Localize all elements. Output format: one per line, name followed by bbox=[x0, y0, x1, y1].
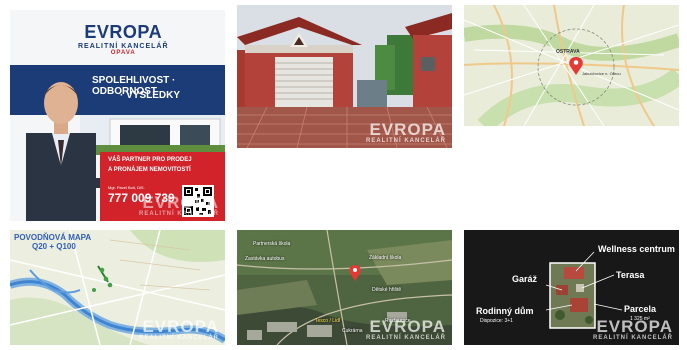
terrace-label: Terasa bbox=[616, 270, 645, 280]
gallery-image-agent-promo[interactable]: EVROPA REALITNÍ KANCELÁŘ OPAVA SPOLEHLIV… bbox=[10, 10, 225, 221]
watermark: EVROPA REALITNÍ KANCELÁŘ bbox=[139, 318, 219, 341]
amenity-label: Základní škola bbox=[369, 255, 402, 261]
map-place-label: OSTRAVA bbox=[556, 49, 580, 55]
slogan-box: VÁŠ PARTNER PRO PRODEJ A PRONÁJEM NEMOVI… bbox=[100, 152, 225, 182]
gallery-image-property-layout[interactable]: Wellness centrum Garáž Terasa Rodinný dů… bbox=[464, 230, 679, 345]
slogan-line-1: VÁŠ PARTNER PRO PRODEJ bbox=[108, 157, 192, 163]
house-label: Rodinný dům bbox=[476, 306, 534, 316]
amenity-label: Tesco / Lidl bbox=[315, 318, 341, 324]
logo-subtitle: REALITNÍ KANCELÁŘ bbox=[78, 43, 169, 50]
flood-map-title: POVODŇOVÁ MAPA bbox=[14, 233, 92, 242]
amenity-label: Cukrárna bbox=[342, 328, 363, 334]
garage-label: Garáž bbox=[512, 274, 538, 284]
banner-line-2: · VÝSLEDKY bbox=[120, 90, 181, 101]
watermark-sub: REALITNÍ KANCELÁŘ bbox=[366, 138, 446, 144]
watermark-sub: REALITNÍ KANCELÁŘ bbox=[139, 335, 219, 341]
gallery-image-location-map[interactable]: OSTRAVA Jakubčovice n. Odrou bbox=[464, 5, 679, 126]
evropa-logo: EVROPA REALITNÍ KANCELÁŘ OPAVA bbox=[78, 22, 169, 56]
watermark-brand: EVROPA bbox=[142, 317, 219, 336]
watermark-sub: REALITNÍ KANCELÁŘ bbox=[593, 335, 673, 341]
watermark-brand: EVROPA bbox=[369, 120, 446, 139]
flood-map-subtitle: Q20 + Q100 bbox=[32, 242, 76, 251]
agent-name: Mgr. Pavel Bolt, DiS. bbox=[108, 185, 145, 190]
watermark-sub: REALITNÍ KANCELÁŘ bbox=[139, 211, 219, 217]
agent-photo bbox=[26, 82, 100, 221]
map-sub-label: Jakubčovice n. Odrou bbox=[582, 71, 621, 76]
watermark-brand: EVROPA bbox=[369, 317, 446, 336]
amenity-label: Partnerská škola bbox=[253, 241, 291, 247]
layout-label: Dispozice: 3+1 bbox=[480, 318, 513, 324]
photo-gallery: EVROPA REALITNÍ KANCELÁŘ OPAVA SPOLEHLIV… bbox=[0, 0, 687, 350]
watermark: EVROPA REALITNÍ KANCELÁŘ bbox=[366, 121, 446, 144]
logo-brand: EVROPA bbox=[84, 22, 163, 42]
watermark: EVROPA REALITNÍ KANCELÁŘ bbox=[139, 194, 219, 217]
plot-label: Parcela bbox=[624, 304, 657, 314]
watermark-brand: EVROPA bbox=[142, 193, 219, 212]
gallery-image-flood-map[interactable]: POVODŇOVÁ MAPA Q20 + Q100 EVROPA REALITN… bbox=[10, 230, 225, 345]
logo-city: OPAVA bbox=[110, 50, 136, 56]
amenity-label: Zastávka autobus bbox=[245, 256, 285, 262]
location-map bbox=[464, 5, 679, 126]
watermark-brand: EVROPA bbox=[596, 317, 673, 336]
amenity-label: Dětské hřiště bbox=[372, 287, 402, 293]
gallery-image-garage[interactable]: EVROPA REALITNÍ KANCELÁŘ bbox=[237, 5, 452, 148]
watermark: EVROPA REALITNÍ KANCELÁŘ bbox=[593, 318, 673, 341]
gallery-image-aerial-amenities[interactable]: Partnerská škola Zastávka autobus Základ… bbox=[237, 230, 452, 345]
watermark-sub: REALITNÍ KANCELÁŘ bbox=[366, 335, 446, 341]
slogan-line-2: A PRONÁJEM NEMOVITOSTÍ bbox=[108, 167, 191, 173]
watermark: EVROPA REALITNÍ KANCELÁŘ bbox=[366, 318, 446, 341]
wellness-label: Wellness centrum bbox=[598, 244, 675, 254]
